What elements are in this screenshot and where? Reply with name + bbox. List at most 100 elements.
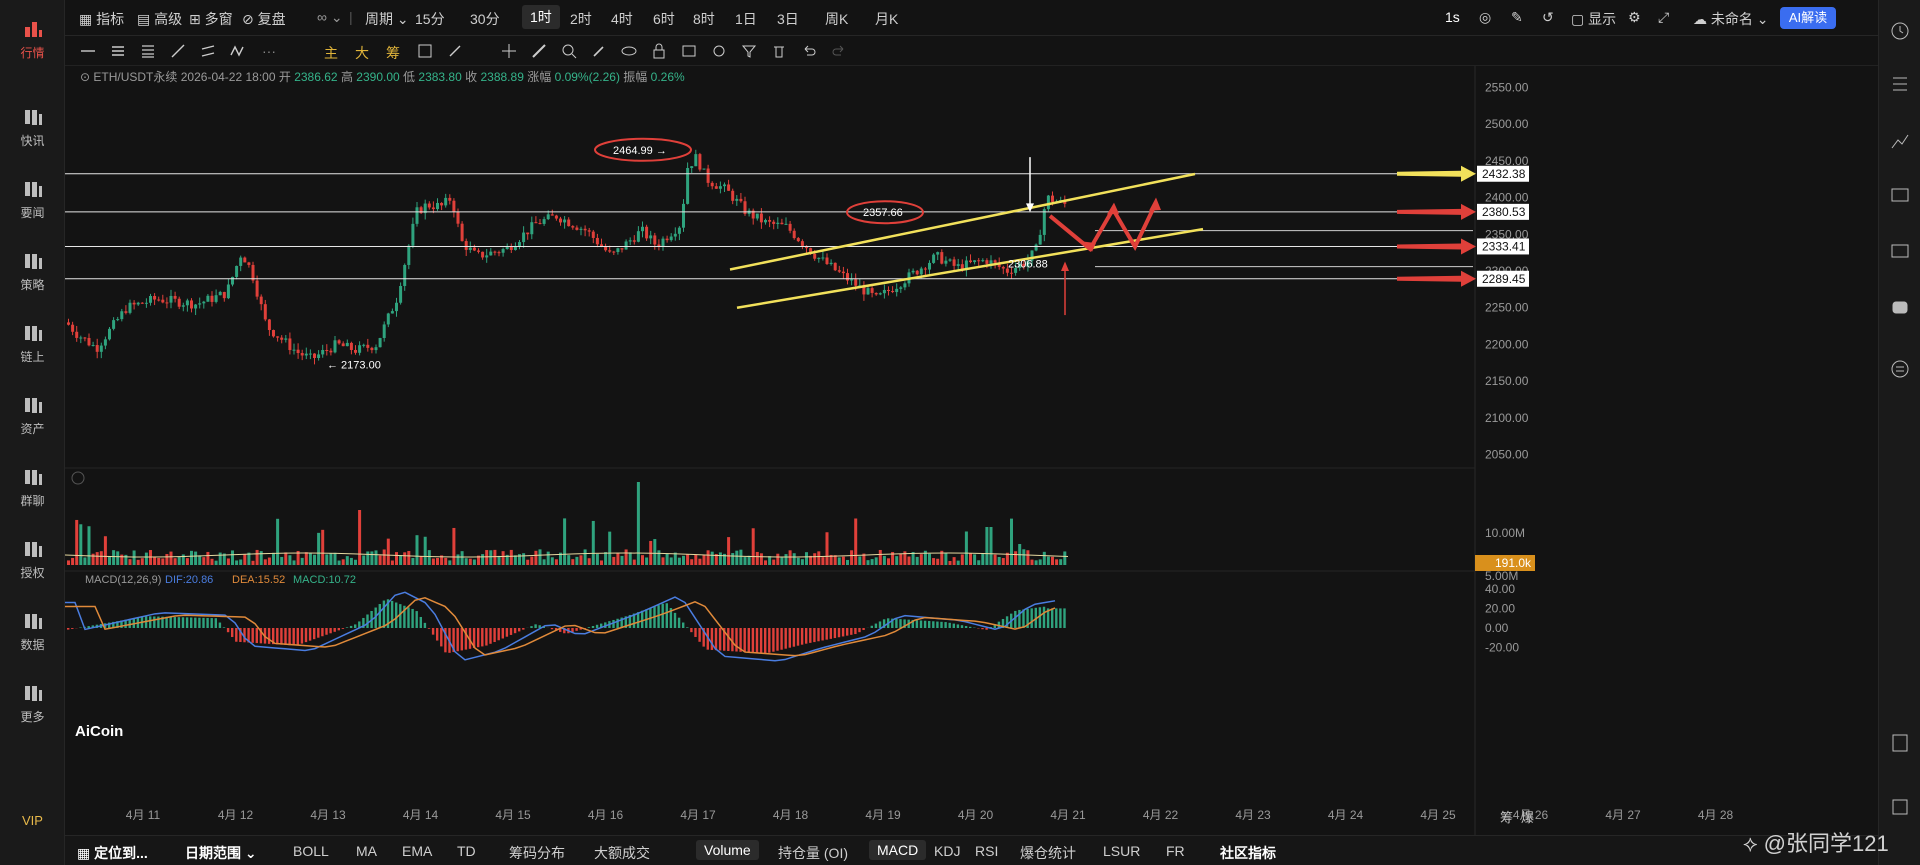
redo-drawing-icon[interactable] [831, 43, 847, 59]
hide-drawings-icon[interactable] [681, 43, 697, 59]
undo-icon[interactable]: ↺ [1542, 9, 1554, 26]
list-icon[interactable] [1889, 73, 1911, 95]
camera-icon[interactable]: ◎ [1479, 9, 1491, 26]
indicator-tab[interactable]: Volume [696, 840, 759, 860]
fullscreen-icon[interactable]: ⤢ [1658, 9, 1669, 26]
nav-item-7[interactable]: 授权 [0, 532, 65, 592]
interval-tab[interactable]: 周K [825, 9, 848, 29]
indicator-tab[interactable]: TD [457, 843, 476, 859]
nav-item-3[interactable]: 策略 [0, 244, 65, 304]
interval-tab[interactable]: 4时 [611, 9, 633, 29]
indicators-button[interactable]: ▦ 指标 [79, 9, 124, 29]
lock-icon[interactable] [651, 43, 667, 59]
interval-tab[interactable]: 6时 [653, 9, 675, 29]
trend-line-tool-icon[interactable] [170, 43, 186, 59]
undo-drawing-icon[interactable] [801, 43, 817, 59]
filter-icon[interactable] [741, 43, 757, 59]
interval-tab[interactable]: 15分 [415, 9, 445, 29]
etf-icon[interactable] [1889, 240, 1911, 262]
brush-icon[interactable] [591, 43, 607, 59]
nav-item-5[interactable]: 资产 [0, 388, 65, 448]
nav-item-0[interactable]: 行情 [0, 12, 65, 72]
macd-histogram-bar [899, 619, 902, 628]
pattern-tool-icon[interactable] [230, 43, 246, 59]
link-icon[interactable] [711, 43, 727, 59]
interval-tab[interactable]: 30分 [470, 9, 500, 29]
indicator-tab[interactable]: LSUR [1103, 843, 1140, 859]
pane-settings-icon[interactable] [71, 471, 85, 485]
indicator-tab[interactable]: 社区指标 [1220, 843, 1276, 863]
magnet-icon[interactable] [417, 43, 433, 59]
chips-toggle[interactable]: 筹 [386, 43, 400, 63]
candle-body [817, 257, 821, 259]
date-range-dropdown[interactable]: 日期范围 ⌄ [185, 843, 257, 863]
main-chart-toggle[interactable]: 主 [324, 43, 338, 63]
channel-tool-icon[interactable] [200, 43, 216, 59]
scan-icon[interactable] [1889, 796, 1911, 818]
nav-item-4[interactable]: 链上 [0, 316, 65, 376]
ai-analysis-button[interactable]: AI解读 [1780, 7, 1836, 29]
indicator-tab[interactable]: EMA [402, 843, 432, 859]
volume-bar [583, 549, 587, 565]
period-dropdown[interactable]: 周期 ⌄ [365, 9, 409, 29]
candle-body [91, 345, 95, 347]
large-orders-toggle[interactable]: 大 [355, 43, 369, 63]
display-button[interactable]: ▢ 显示 [1571, 9, 1616, 29]
indicator-tab[interactable]: 爆仓统计 [1020, 843, 1076, 863]
indicator-tab[interactable]: RSI [975, 843, 998, 859]
interval-tab[interactable]: 1日 [735, 9, 757, 29]
zoom-icon[interactable] [561, 43, 577, 59]
candle-body [325, 349, 329, 351]
visibility-icon[interactable] [621, 43, 637, 59]
crosshair-icon[interactable] [501, 43, 517, 59]
settings-icon[interactable]: ⚙ [1628, 9, 1641, 26]
exchange-icon[interactable] [1889, 358, 1911, 380]
clock-icon[interactable] [1889, 20, 1911, 42]
candle-body [993, 260, 997, 263]
indicator-tab[interactable]: 大额成交 [594, 843, 650, 863]
interval-tab[interactable]: 1时 [522, 5, 560, 29]
parallel-lines-tool-icon[interactable] [110, 43, 126, 59]
price-chart[interactable]: 2550.002500.002450.002400.002350.002300.… [65, 66, 1878, 835]
nav-item-1[interactable]: 快讯 [0, 100, 65, 160]
interval-tab[interactable]: 8时 [693, 9, 715, 29]
indicator-tab[interactable]: MA [356, 843, 377, 859]
locate-button[interactable]: ▦ 定位到... [77, 843, 148, 863]
replay-button[interactable]: ⊘ 复盘 [242, 9, 286, 29]
indicator-tab[interactable]: BOLL [293, 843, 329, 859]
indicator-tab[interactable]: 持仓量 (OI) [778, 843, 848, 863]
nav-item-8[interactable]: 数据 [0, 604, 65, 664]
interval-tab[interactable]: 3日 [777, 9, 799, 29]
volume-bar [784, 554, 788, 565]
advanced-button[interactable]: ▤ 高级 [137, 9, 182, 29]
layout-dropdown[interactable]: ☁ 未命名 ⌄ [1693, 9, 1769, 29]
channel-upper-line[interactable] [729, 172, 1196, 271]
ruler-icon[interactable] [531, 43, 547, 59]
trash-icon[interactable] [771, 43, 787, 59]
trend-icon[interactable] [1889, 130, 1911, 152]
eraser-icon[interactable] [447, 43, 463, 59]
multi-window-button[interactable]: ⊞ 多窗 [189, 9, 233, 29]
nav-item-6[interactable]: 群聊 [0, 460, 65, 520]
vip-badge[interactable]: VIP [0, 813, 65, 828]
nav-item-9[interactable]: 更多 [0, 676, 65, 736]
more-chevron-icon[interactable]: ∞ ⌄ [317, 9, 343, 26]
date-tick-label: 4月 21 [1050, 808, 1086, 822]
indicator-tab[interactable]: MACD [869, 840, 927, 860]
fib-tool-icon[interactable] [140, 43, 156, 59]
interval-tab[interactable]: 月K [875, 9, 898, 29]
more-tools-icon[interactable]: ··· [262, 43, 276, 59]
indicator-tab[interactable]: KDJ [934, 843, 960, 859]
horizontal-line-tool-icon[interactable] [80, 43, 96, 59]
edit-icon[interactable]: ✎ [1511, 9, 1523, 26]
realtime-button[interactable]: 1s [1445, 9, 1460, 25]
calculator-icon[interactable] [1889, 732, 1911, 754]
volume-bar [846, 559, 849, 565]
nav-item-2[interactable]: 要闻 [0, 172, 65, 232]
bot-icon[interactable] [1889, 296, 1911, 318]
indicator-tab[interactable]: 筹码分布 [509, 843, 565, 863]
macd-histogram-bar [296, 628, 299, 646]
monitor-chart-icon[interactable] [1889, 185, 1911, 207]
interval-tab[interactable]: 2时 [570, 9, 592, 29]
indicator-tab[interactable]: FR [1166, 843, 1185, 859]
